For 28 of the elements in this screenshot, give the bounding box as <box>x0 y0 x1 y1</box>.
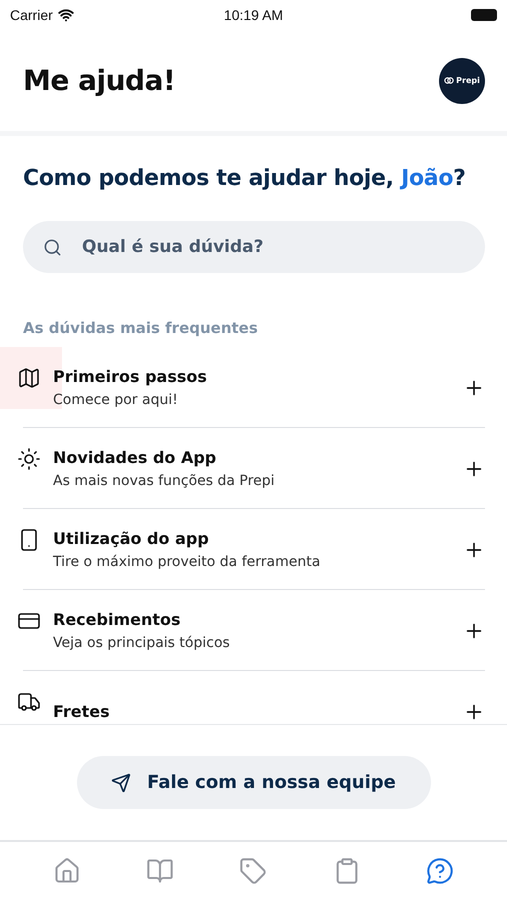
faq-subtitle: Veja os principais tópicos <box>53 635 231 651</box>
faq-title: Primeiros passos <box>53 367 208 386</box>
faq-title: Fretes <box>53 702 111 721</box>
search-field[interactable]: Qual é sua dúvida? <box>23 221 485 273</box>
greeting-text: Como podemos te ajudar hoje, João? <box>23 166 467 191</box>
clock: 10:19 AM <box>224 7 284 23</box>
faq-subtitle: As mais novas funções da Prepi <box>53 473 276 489</box>
faq-title: Novidades do App <box>53 448 218 467</box>
search-icon <box>43 238 62 256</box>
faq-item[interactable]: Primeiros passos Comece por aqui! <box>0 347 507 428</box>
faq-title: Utilização do app <box>53 529 210 548</box>
faq-item[interactable]: Utilização do app Tire o máximo proveito da ferramenta <box>0 509 507 590</box>
map-icon <box>17 366 41 390</box>
faq-subtitle: Comece por aqui! <box>53 392 179 408</box>
wifi-icon <box>58 7 74 23</box>
sun-icon <box>17 447 41 471</box>
faq-subtitle: Tire o máximo proveito da ferramenta <box>53 554 322 570</box>
carrier-label: Carrier <box>10 7 53 23</box>
faq-title: Recebimentos <box>53 610 182 629</box>
contact-button[interactable]: Fale com a nossa equipe <box>76 756 430 809</box>
search-input[interactable]: Qual é sua dúvida? <box>80 236 465 258</box>
logo[interactable]: Prepi <box>439 58 485 104</box>
page-title: Me ajuda! <box>23 64 176 97</box>
battery-icon <box>471 9 497 21</box>
send-icon <box>111 772 132 792</box>
section-heading: As dúvidas mais frequentes <box>23 319 259 337</box>
faq-item[interactable]: Recebimentos Veja os principais tópicos <box>0 590 507 671</box>
faq-item[interactable]: Novidades do App As mais novas funções da Prepi <box>0 428 507 509</box>
